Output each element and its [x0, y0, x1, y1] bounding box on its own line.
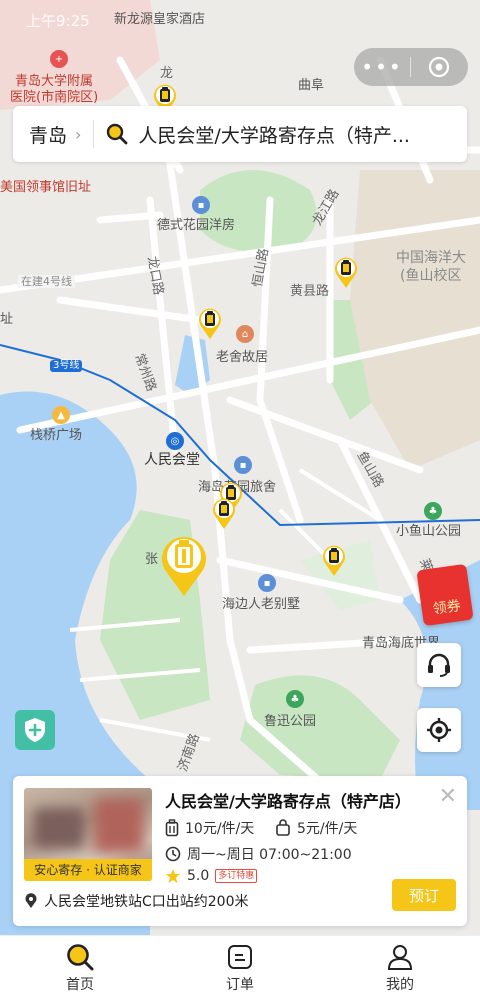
suitcase-icon: [165, 819, 179, 837]
discount-tag: 多订特惠: [215, 869, 258, 883]
bag-icon: [276, 819, 290, 836]
tab-home[interactable]: 首页: [0, 936, 160, 999]
store-card[interactable]: 安心寄存 · 认证商家 人民会堂/大学路寄存点（特产店） ✕ 10元/件/天 5…: [13, 776, 467, 926]
store-address: 人民会堂地铁站C口出站约200米: [44, 894, 249, 910]
map-label-line4: 在建4号线: [18, 275, 75, 289]
tab-orders[interactable]: 订单: [160, 936, 320, 999]
map-label-site: 址: [0, 312, 14, 327]
map-label-huangxian: 黄县路: [290, 284, 330, 299]
tab-profile[interactable]: 我的: [320, 936, 480, 999]
luggage-pin[interactable]: [333, 255, 359, 289]
close-card-button[interactable]: ✕: [439, 784, 457, 809]
shield-icon: [25, 718, 45, 742]
hotel-icon: ▪: [192, 196, 210, 214]
metro-station-icon: ◎: [166, 432, 184, 450]
landmark-icon: ⌂: [236, 325, 254, 343]
search-bar[interactable]: 青岛 › 人民会堂/大学路寄存点（特产...: [13, 106, 467, 162]
city-selector[interactable]: 青岛: [13, 121, 67, 148]
tab-orders-label: 订单: [226, 977, 254, 993]
map-label-xiaoyushan: 小鱼山公园: [396, 524, 462, 539]
luggage-pin[interactable]: [211, 496, 237, 530]
book-button[interactable]: 预订: [392, 879, 456, 911]
target-icon: [428, 56, 450, 78]
star-icon: [166, 869, 180, 883]
chevron-right-icon: ›: [75, 124, 82, 144]
opening-hours: 周一~周日 07:00~21:00: [187, 847, 352, 863]
map-label-luxun: 鲁迅公园: [264, 714, 317, 729]
search-divider: [93, 120, 95, 148]
map-label-renmin-hall: 人民会堂: [144, 452, 200, 468]
luggage-pin[interactable]: [197, 306, 223, 340]
map-label-haibian: 海边人老别墅: [222, 597, 301, 612]
price-large: 10元/件/天: [185, 821, 255, 837]
tab-profile-label: 我的: [386, 977, 414, 993]
rating-value: 5.0: [187, 868, 210, 884]
map-label-hospital: 青岛大学附属: [15, 74, 94, 89]
plaza-icon: ▲: [52, 406, 70, 424]
safety-button[interactable]: [15, 710, 55, 750]
map-label-qufu: 曲阜: [298, 78, 325, 93]
search-query[interactable]: 人民会堂/大学路寄存点（特产...: [138, 121, 428, 148]
hours-row: 周一~周日 07:00~21:00: [165, 844, 352, 864]
hotel-icon: ▪: [234, 456, 252, 474]
map-label-zhang: 张: [145, 552, 159, 567]
selected-luggage-pin[interactable]: [159, 532, 209, 598]
map-label-ocean-univ-2: (鱼山校区: [400, 268, 462, 284]
coupon-button[interactable]: 领券: [416, 563, 474, 627]
certified-badge: 安心寄存 · 认证商家: [24, 859, 152, 881]
map-label-ocean-univ: 中国海洋大: [396, 250, 466, 266]
luggage-pin[interactable]: [321, 543, 347, 577]
locate-button[interactable]: [417, 708, 461, 752]
hotel-icon: ▪: [258, 574, 276, 592]
headset-icon: [428, 653, 450, 677]
locate-icon: [427, 718, 451, 742]
map-label-laoshe: 老舍故居: [216, 350, 269, 365]
price-large-row: 10元/件/天: [165, 818, 254, 838]
tab-home-label: 首页: [66, 977, 94, 993]
price-small-row: 5元/件/天: [275, 818, 357, 838]
search-icon: [107, 123, 128, 145]
map-label-dese: 德式花园洋房: [157, 218, 236, 233]
more-button[interactable]: •••: [354, 55, 410, 79]
store-photo[interactable]: 安心寄存 · 认证商家: [24, 788, 152, 881]
tab-bar: 首页 订单 我的: [0, 935, 480, 999]
search-icon: [67, 944, 94, 971]
order-icon: [228, 945, 252, 969]
coupon-label: 领券: [431, 598, 462, 618]
status-bar: 上午9:25: [0, 0, 480, 38]
user-icon: [387, 945, 413, 970]
customer-service-button[interactable]: [417, 643, 461, 687]
map-label-consulate: 美国领事馆旧址: [0, 180, 92, 195]
price-small: 5元/件/天: [297, 821, 358, 837]
map-label-zhanqiao: 栈桥广场: [30, 428, 83, 443]
address-row: 人民会堂地铁站C口出站约200米: [24, 891, 249, 911]
location-pin-icon: [25, 893, 37, 908]
map-label-hospital-2: 医院(市南院区): [10, 90, 99, 105]
rating-row: 5.0 多订特惠: [165, 868, 258, 884]
store-title: 人民会堂/大学路寄存点（特产店）: [165, 792, 411, 811]
close-miniprogram-button[interactable]: [411, 56, 467, 78]
map-label-long: 龙: [160, 66, 174, 81]
map-label-line3: 3号线: [50, 360, 83, 372]
clock-icon: [165, 846, 181, 862]
status-time: 上午9:25: [26, 12, 90, 30]
hospital-icon: +: [50, 50, 68, 68]
park-icon: ♣: [286, 690, 304, 708]
miniprogram-capsule: •••: [354, 48, 468, 86]
park-icon: ♣: [424, 502, 442, 520]
